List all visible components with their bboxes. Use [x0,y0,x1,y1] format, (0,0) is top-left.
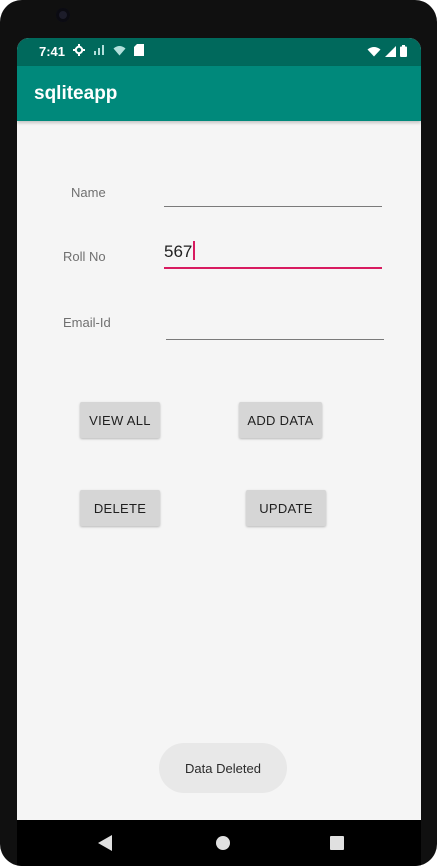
text-cursor [193,241,195,260]
update-button[interactable]: UPDATE [246,490,326,526]
rollno-input-value: 567 [164,242,193,261]
app-screen: 7:41 sqliteapp Name Roll No 567 Email-Id… [17,38,421,820]
name-input[interactable] [164,180,382,207]
rollno-input[interactable]: 567 [164,241,382,269]
wifi-question-icon [113,44,126,59]
gear-icon [73,44,86,59]
status-left: 7:41 [39,44,145,59]
sd-card-icon [134,44,145,59]
signal-alt-icon [93,44,105,59]
delete-button[interactable]: DELETE [80,490,160,526]
status-right [367,44,407,62]
app-title: sqliteapp [34,83,118,104]
status-time: 7:41 [39,44,66,59]
email-input[interactable] [166,313,384,340]
cell-signal-icon [385,44,396,62]
status-bar: 7:41 [17,38,421,66]
battery-icon [400,44,407,62]
toast-message: Data Deleted [159,743,287,793]
device-frame: 7:41 sqliteapp Name Roll No 567 Email-Id… [0,0,437,866]
home-icon[interactable] [215,835,231,856]
view-all-button[interactable]: VIEW ALL [80,402,160,438]
app-bar: sqliteapp [17,66,421,121]
navigation-bar [17,820,421,866]
email-label: Email-Id [63,315,111,330]
front-camera [56,8,70,22]
name-label: Name [71,185,106,200]
add-data-button[interactable]: ADD DATA [239,402,322,438]
recents-icon[interactable] [330,836,344,855]
back-icon[interactable] [98,835,112,856]
wifi-icon [367,44,381,62]
rollno-label: Roll No [63,249,106,264]
